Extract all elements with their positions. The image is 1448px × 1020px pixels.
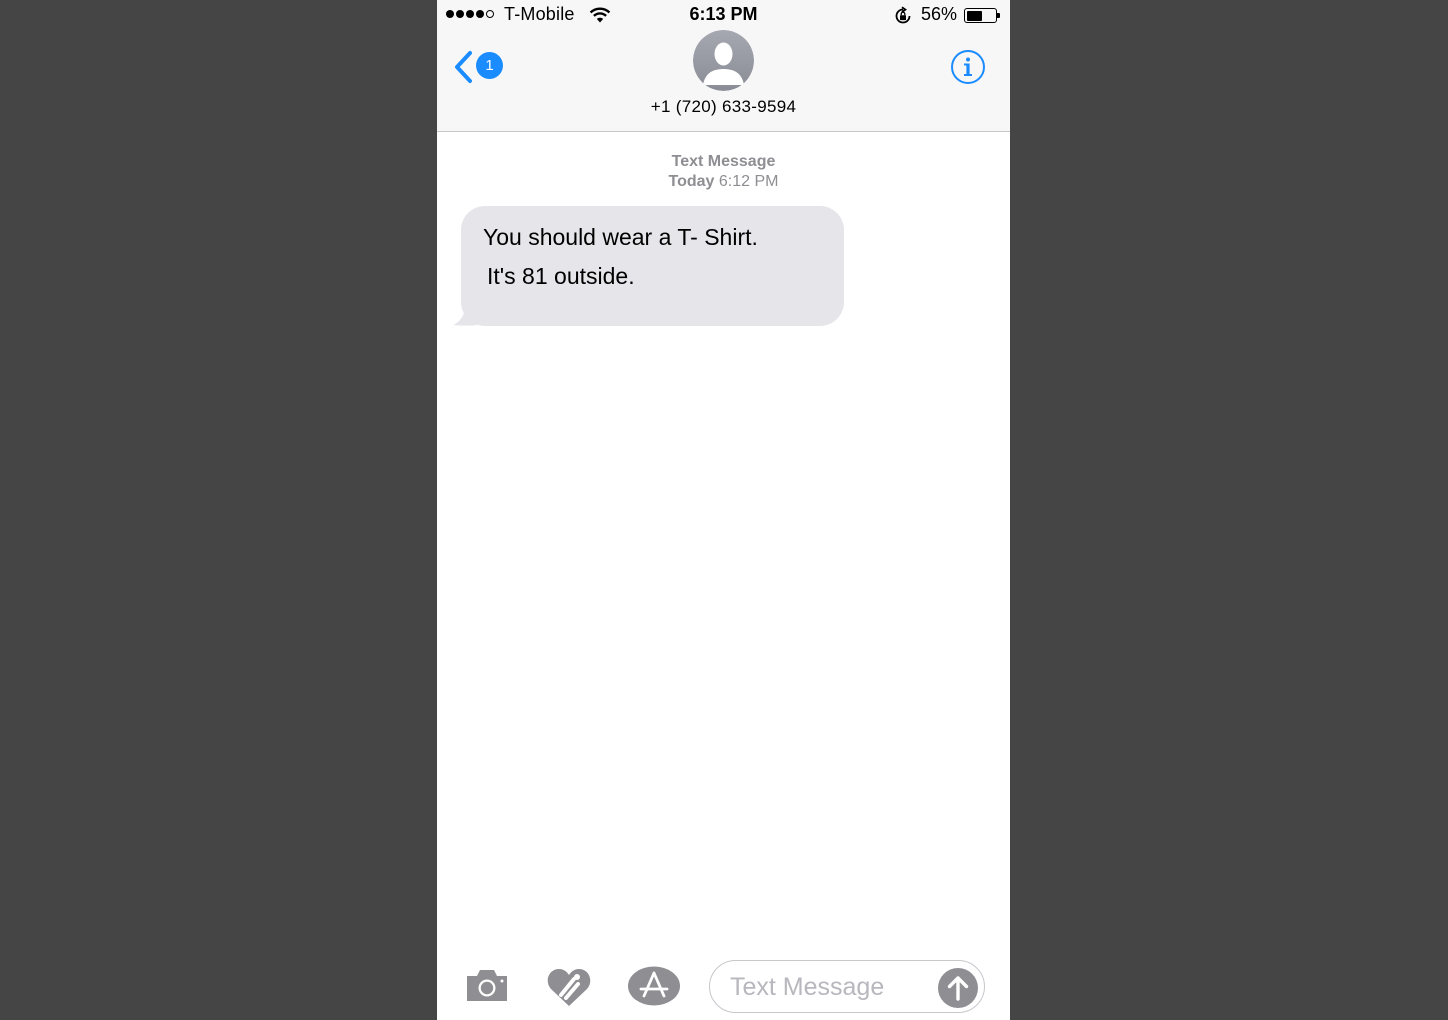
battery-level-fill — [966, 10, 983, 21]
send-button[interactable] — [938, 968, 978, 1013]
contact-avatar-icon — [693, 30, 754, 91]
battery-tip — [997, 13, 1000, 18]
battery-icon — [964, 8, 997, 23]
compose-bar — [437, 948, 1010, 1020]
send-arrow-icon — [938, 968, 978, 1008]
contact-name[interactable]: +1 (720) 633-9594 — [437, 97, 1010, 117]
camera-icon — [467, 970, 507, 1001]
unread-count-badge: 1 — [476, 52, 503, 79]
message-meta: Text Message Today 6:12 PM — [437, 152, 1010, 192]
camera-button[interactable] — [465, 968, 509, 1007]
info-button[interactable] — [950, 49, 986, 90]
message-date: Today 6:12 PM — [437, 172, 1010, 192]
app-store-icon — [628, 966, 680, 1006]
message-input-field[interactable] — [709, 960, 985, 1013]
message-date-time: 6:12 PM — [718, 173, 779, 190]
contact-avatar[interactable] — [693, 30, 754, 91]
message-input[interactable] — [728, 971, 932, 1003]
info-icon — [951, 50, 985, 84]
digital-touch-icon — [547, 969, 591, 1006]
message-thread[interactable]: Text Message Today 6:12 PM You should we… — [437, 132, 1010, 948]
incoming-message-bubble[interactable]: You should wear a T- Shirt. It's 81 outs… — [461, 206, 844, 326]
digital-touch-button[interactable] — [546, 967, 592, 1012]
message-text-line: You should wear a T- Shirt. — [483, 224, 758, 250]
service-label: Text Message — [671, 153, 776, 170]
messages-screen: T-Mobile 6:13 PM 56% 1 +1 (720) 633-9594… — [437, 0, 1010, 1020]
message-text-line: It's 81 outside. — [487, 263, 635, 289]
back-button[interactable]: 1 — [453, 50, 509, 86]
app-store-button[interactable] — [627, 966, 681, 1011]
conversation-header: 1 +1 (720) 633-9594 — [437, 30, 1010, 132]
rotation-lock-icon — [893, 6, 913, 31]
status-bar: T-Mobile 6:13 PM 56% — [437, 0, 1010, 32]
battery-percent: 56% — [921, 4, 958, 24]
message-date-day: Today — [668, 173, 715, 190]
back-chevron-icon — [455, 51, 472, 83]
